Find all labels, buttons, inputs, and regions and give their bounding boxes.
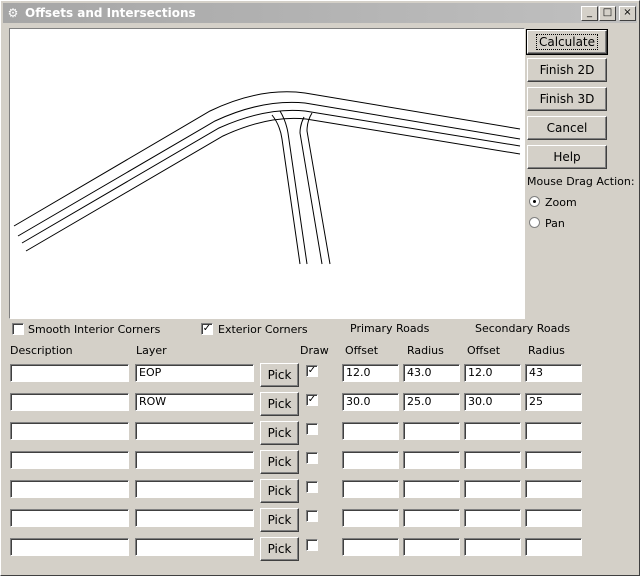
description-field[interactable] xyxy=(10,509,129,527)
secondary-offset-header: Offset xyxy=(467,344,501,357)
layer-field[interactable]: EOP xyxy=(135,364,254,382)
primary-offset-field[interactable] xyxy=(342,480,399,498)
primary-offset-field[interactable] xyxy=(342,509,399,527)
description-field[interactable] xyxy=(10,393,129,411)
description-field[interactable] xyxy=(10,364,129,382)
description-field[interactable] xyxy=(10,480,129,498)
secondary-offset-field[interactable] xyxy=(464,538,521,556)
finish-2d-button[interactable]: Finish 2D xyxy=(527,58,607,82)
pan-radio[interactable] xyxy=(529,217,540,228)
dialog-window: ⚙ Offsets and Intersections _ □ × Calcul… xyxy=(0,0,640,576)
secondary-radius-field[interactable] xyxy=(525,422,582,440)
primary-radius-field[interactable] xyxy=(403,509,460,527)
description-field[interactable] xyxy=(10,538,129,556)
pick-button[interactable]: Pick xyxy=(260,508,299,532)
description-header: Description xyxy=(10,344,73,357)
pick-button[interactable]: Pick xyxy=(260,421,299,445)
primary-offset-field[interactable] xyxy=(342,422,399,440)
help-button[interactable]: Help xyxy=(527,145,607,169)
primary-radius-field[interactable] xyxy=(403,422,460,440)
primary-roads-header: Primary Roads xyxy=(350,322,430,335)
secondary-radius-field[interactable] xyxy=(525,480,582,498)
secondary-offset-field[interactable] xyxy=(464,451,521,469)
draw-checkbox[interactable] xyxy=(306,452,318,464)
secondary-radius-field[interactable]: 25 xyxy=(525,393,582,411)
secondary-radius-header: Radius xyxy=(528,344,565,357)
secondary-roads-header: Secondary Roads xyxy=(475,322,571,335)
calculate-button[interactable]: Calculate xyxy=(526,29,608,55)
layer-field[interactable] xyxy=(135,451,254,469)
secondary-offset-field[interactable] xyxy=(464,422,521,440)
road-line-2 xyxy=(17,101,521,237)
road-preview-drawing xyxy=(13,91,521,265)
primary-offset-header: Offset xyxy=(345,344,379,357)
secondary-radius-field[interactable]: 43 xyxy=(525,364,582,382)
cancel-button[interactable]: Cancel xyxy=(527,116,607,140)
secondary-offset-field[interactable] xyxy=(464,480,521,498)
road-line-3 xyxy=(21,109,521,244)
finish-3d-button[interactable]: Finish 3D xyxy=(527,87,607,111)
road-line-inner xyxy=(25,117,521,252)
minimize-button[interactable]: _ xyxy=(581,6,598,21)
layer-field[interactable]: ROW xyxy=(135,393,254,411)
zoom-label[interactable]: Zoom xyxy=(545,196,577,209)
title-bar[interactable]: ⚙ Offsets and Intersections _ □ × xyxy=(3,3,637,23)
calculate-label: Calculate xyxy=(535,34,599,50)
secondary-offset-field[interactable]: 12.0 xyxy=(464,364,521,382)
primary-offset-field[interactable]: 12.0 xyxy=(342,364,399,382)
description-field[interactable] xyxy=(10,422,129,440)
draw-checkbox[interactable]: ✓ xyxy=(306,365,318,377)
draw-checkbox[interactable] xyxy=(306,481,318,493)
secondary-radius-field[interactable] xyxy=(525,538,582,556)
exterior-corners-checkbox[interactable]: ✓ xyxy=(201,323,213,335)
description-field[interactable] xyxy=(10,451,129,469)
stem-line-1 xyxy=(279,110,308,265)
mouse-drag-label: Mouse Drag Action: xyxy=(527,175,635,188)
pick-button[interactable]: Pick xyxy=(260,537,299,561)
primary-offset-field[interactable] xyxy=(342,538,399,556)
secondary-offset-field[interactable]: 30.0 xyxy=(464,393,521,411)
layer-field[interactable] xyxy=(135,480,254,498)
app-icon[interactable]: ⚙ xyxy=(6,6,20,20)
pick-button[interactable]: Pick xyxy=(260,392,299,416)
draw-checkbox[interactable] xyxy=(306,539,318,551)
secondary-radius-field[interactable] xyxy=(525,509,582,527)
pick-button[interactable]: Pick xyxy=(260,479,299,503)
primary-radius-field[interactable]: 43.0 xyxy=(403,364,460,382)
window-title: Offsets and Intersections xyxy=(25,6,196,20)
secondary-radius-field[interactable] xyxy=(525,451,582,469)
road-line-outer xyxy=(13,91,521,227)
primary-radius-field[interactable] xyxy=(403,480,460,498)
draw-checkbox[interactable]: ✓ xyxy=(306,394,318,406)
smooth-interior-label[interactable]: Smooth Interior Corners xyxy=(28,323,160,336)
layer-field[interactable] xyxy=(135,509,254,527)
primary-offset-field[interactable]: 30.0 xyxy=(342,393,399,411)
pick-button[interactable]: Pick xyxy=(260,363,299,387)
layer-header: Layer xyxy=(136,344,167,357)
draw-header: Draw xyxy=(300,344,329,357)
primary-radius-field[interactable] xyxy=(403,451,460,469)
draw-checkbox[interactable] xyxy=(306,510,318,522)
layer-field[interactable] xyxy=(135,422,254,440)
layer-field[interactable] xyxy=(135,538,254,556)
secondary-offset-field[interactable] xyxy=(464,509,521,527)
maximize-button[interactable]: □ xyxy=(599,6,616,21)
exterior-corners-label[interactable]: Exterior Corners xyxy=(218,323,308,336)
draw-checkbox[interactable] xyxy=(306,423,318,435)
primary-radius-field[interactable]: 25.0 xyxy=(403,393,460,411)
primary-radius-header: Radius xyxy=(407,344,444,357)
pan-label[interactable]: Pan xyxy=(545,217,565,230)
preview-canvas[interactable] xyxy=(9,28,525,319)
close-button[interactable]: × xyxy=(619,6,636,21)
smooth-interior-checkbox[interactable] xyxy=(12,323,24,335)
zoom-radio[interactable] xyxy=(529,196,540,207)
primary-radius-field[interactable] xyxy=(403,538,460,556)
primary-offset-field[interactable] xyxy=(342,451,399,469)
pick-button[interactable]: Pick xyxy=(260,450,299,474)
